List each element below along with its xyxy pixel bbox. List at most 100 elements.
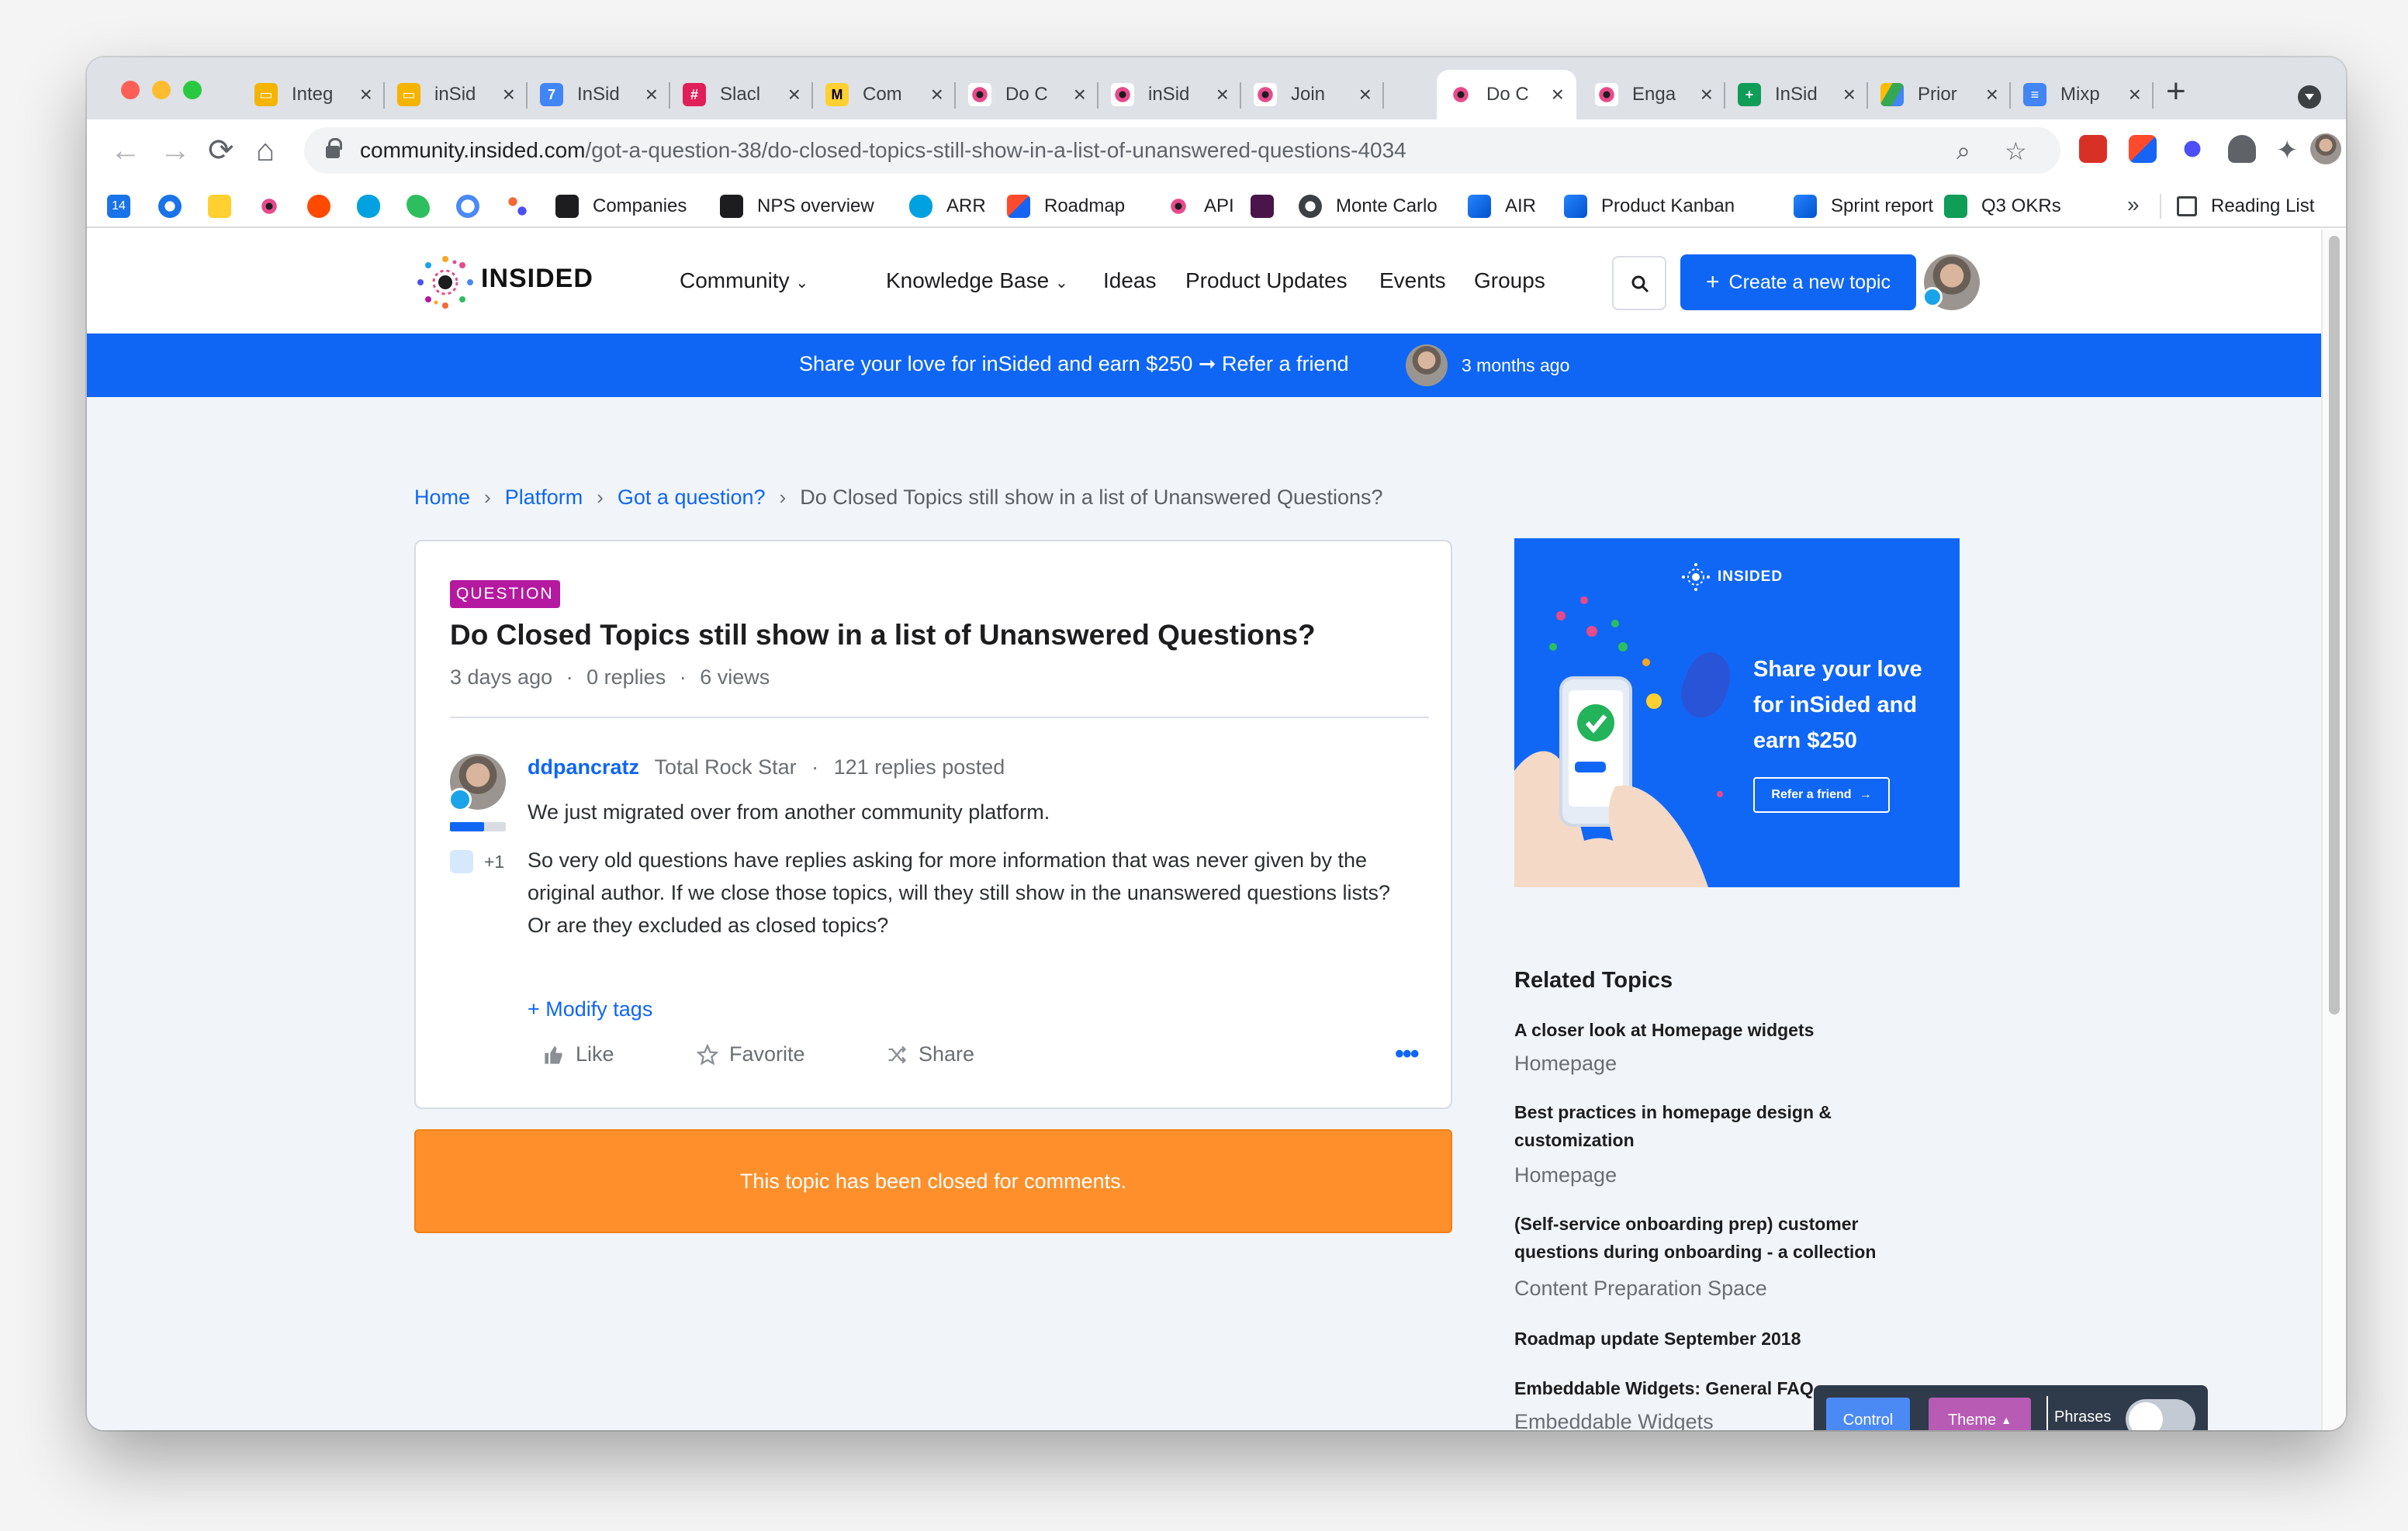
zoom-window-button[interactable]: [183, 81, 202, 99]
profile-avatar[interactable]: [2310, 133, 2341, 164]
extension-asterisk-icon[interactable]: [2178, 135, 2206, 163]
bookmark-air[interactable]: AIR: [1468, 191, 1536, 222]
theme-button[interactable]: Theme ▲: [1929, 1398, 2031, 1430]
close-icon[interactable]: ×: [1074, 82, 1086, 107]
more-options-icon[interactable]: •••: [1395, 1039, 1420, 1070]
close-icon[interactable]: ×: [645, 82, 658, 107]
close-icon[interactable]: ×: [1552, 82, 1564, 107]
home-icon[interactable]: ⌂: [256, 132, 275, 169]
nav-events[interactable]: Events: [1379, 268, 1446, 293]
tab-4[interactable]: # Slacl ×: [670, 70, 813, 119]
tab-2[interactable]: ▭ inSid ×: [385, 70, 528, 119]
back-icon[interactable]: ←: [110, 132, 141, 169]
extension-arrow-icon[interactable]: [2129, 135, 2157, 163]
insided-logo[interactable]: [414, 253, 476, 312]
address-bar[interactable]: community.insided.com/got-a-question-38/…: [304, 127, 2060, 174]
like-count[interactable]: +1: [450, 850, 504, 873]
like-button[interactable]: Like: [543, 1042, 614, 1066]
close-icon[interactable]: ×: [1843, 82, 1856, 107]
close-icon[interactable]: ×: [931, 82, 943, 107]
author-name[interactable]: ddpancratz: [528, 755, 639, 779]
create-topic-button[interactable]: + Create a new topic: [1680, 254, 1916, 310]
bookmark-delta[interactable]: [1251, 191, 1274, 222]
bookmark-insided[interactable]: [258, 191, 281, 222]
bookmark-sprint-report[interactable]: Sprint report: [1794, 191, 1933, 222]
tab-10[interactable]: Enga ×: [1583, 70, 1725, 119]
page-scrollbar[interactable]: [2321, 230, 2346, 1430]
nav-knowledge-base[interactable]: Knowledge Base ⌄: [886, 268, 1068, 293]
tab-5[interactable]: M Com ×: [813, 70, 956, 119]
close-icon[interactable]: ×: [503, 82, 515, 107]
referral-promo-banner[interactable]: INSIDED Share your love for inSided and …: [1514, 538, 1960, 887]
tab-search-icon[interactable]: [2298, 85, 2321, 109]
close-icon[interactable]: ×: [1359, 82, 1372, 107]
bookmark-circle[interactable]: [158, 191, 182, 222]
bookmark-salesforce[interactable]: [357, 191, 380, 222]
bookmark-arr[interactable]: ARR: [909, 191, 986, 222]
bookmark-miro[interactable]: [208, 191, 231, 222]
logo-wordmark[interactable]: INSIDED: [481, 264, 593, 294]
related-topic-category[interactable]: Homepage: [1514, 1163, 1617, 1187]
reload-icon[interactable]: ⟳: [208, 132, 234, 169]
close-window-button[interactable]: [121, 81, 140, 99]
tab-12[interactable]: Prior ×: [1868, 70, 2011, 119]
tab-1[interactable]: ▭ Integ ×: [242, 70, 385, 119]
phrases-toggle[interactable]: [2126, 1399, 2195, 1430]
tab-8[interactable]: Join ×: [1241, 70, 1384, 119]
extension-badge-icon[interactable]: [2079, 135, 2107, 163]
banner-text[interactable]: Share your love for inSided and earn $25…: [799, 352, 1349, 376]
announcement-banner[interactable]: Share your love for inSided and earn $25…: [87, 334, 2321, 397]
related-topic-link[interactable]: Roadmap update September 2018: [1514, 1325, 1902, 1353]
bookmark-check[interactable]: [456, 191, 479, 222]
minimize-window-button[interactable]: [152, 81, 171, 99]
related-topic-category[interactable]: Homepage: [1514, 1052, 1617, 1076]
bookmark-zapier[interactable]: [307, 191, 330, 222]
close-icon[interactable]: ×: [2129, 82, 2141, 107]
search-button[interactable]: [1612, 256, 1666, 310]
nav-groups[interactable]: Groups: [1474, 268, 1545, 293]
tab-3[interactable]: 7 InSid ×: [528, 70, 670, 119]
close-icon[interactable]: ×: [1700, 82, 1713, 107]
close-icon[interactable]: ×: [1216, 82, 1229, 107]
bookmark-monte-carlo[interactable]: Monte Carlo: [1299, 191, 1438, 222]
tab-active[interactable]: Do C ×: [1437, 70, 1576, 119]
close-icon[interactable]: ×: [788, 82, 801, 107]
bookmark-q3-okrs[interactable]: Q3 OKRs: [1944, 191, 2061, 222]
refer-friend-button[interactable]: Refer a friend →: [1753, 777, 1890, 813]
nav-community[interactable]: Community ⌄: [680, 268, 808, 293]
close-icon[interactable]: ×: [1986, 82, 1998, 107]
bookmark-dots[interactable]: [506, 191, 529, 222]
reading-list-button[interactable]: Reading List: [2177, 191, 2314, 222]
bookmark-companies[interactable]: Companies: [555, 191, 687, 222]
related-topic-link[interactable]: Best practices in homepage design & cust…: [1514, 1098, 1902, 1154]
favorite-button[interactable]: Favorite: [697, 1042, 805, 1066]
puzzle-icon[interactable]: ✦: [2276, 132, 2299, 169]
bookmark-api[interactable]: API: [1167, 191, 1234, 222]
scrollbar-thumb[interactable]: [2329, 236, 2340, 1014]
related-topic-link[interactable]: (Self-service onboarding prep) customer …: [1514, 1210, 1902, 1266]
related-topic-category[interactable]: Content Preparation Space: [1514, 1277, 1767, 1301]
breadcrumb-platform[interactable]: Platform: [505, 486, 583, 510]
close-icon[interactable]: ×: [360, 82, 372, 107]
star-icon[interactable]: ☆: [2005, 137, 2027, 166]
control-button[interactable]: Control: [1826, 1398, 1910, 1430]
tab-7[interactable]: inSid ×: [1098, 70, 1241, 119]
share-button[interactable]: Share: [886, 1042, 974, 1066]
tab-11[interactable]: + InSid ×: [1725, 70, 1868, 119]
nav-product-updates[interactable]: Product Updates: [1185, 268, 1348, 293]
bookmark-nps-overview[interactable]: NPS overview: [720, 191, 874, 222]
ublock-icon[interactable]: [2228, 135, 2256, 163]
bookmark-calendar[interactable]: 14: [107, 191, 130, 222]
breadcrumb-home[interactable]: Home: [414, 486, 470, 510]
zoom-icon[interactable]: ⌕: [1956, 137, 1970, 166]
forward-icon[interactable]: →: [160, 132, 191, 169]
breadcrumb-category[interactable]: Got a question?: [618, 486, 766, 510]
bookmark-evernote[interactable]: [407, 191, 430, 222]
bookmark-roadmap[interactable]: Roadmap: [1007, 191, 1125, 222]
modify-tags-link[interactable]: + Modify tags: [528, 997, 652, 1021]
bookmark-product-kanban[interactable]: Product Kanban: [1564, 191, 1735, 222]
tab-6[interactable]: Do C ×: [956, 70, 1098, 119]
related-topic-link[interactable]: A closer look at Homepage widgets: [1514, 1016, 1902, 1044]
url-text[interactable]: community.insided.com/got-a-question-38/…: [360, 138, 1406, 163]
related-topic-category[interactable]: Embeddable Widgets: [1514, 1410, 1714, 1430]
